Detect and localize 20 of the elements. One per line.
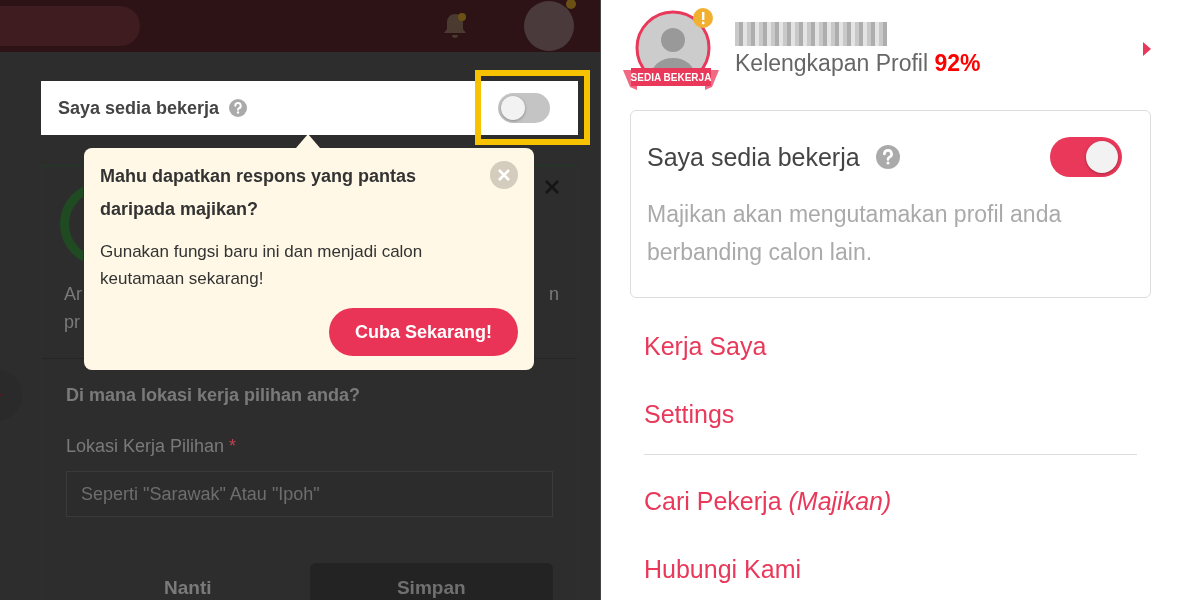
availability-label: Saya sedia bekerja [58,97,220,119]
card-text: Ar [64,284,82,305]
availability-label: Saya sedia bekerja [647,142,860,172]
card-text: n [549,284,559,305]
card-text: pr [64,312,80,333]
later-button[interactable]: Nanti [66,563,310,600]
profile-completeness: Kelengkapan Profil 92% [735,49,982,77]
tooltip-text: Gunakan fungsi baru ini dan menjadi calon keutamaan sekarang! [100,241,424,290]
availability-description: Majikan akan mengutamakan profil anda berbanding calon lain. [647,200,1063,267]
try-now-button[interactable]: Cuba Sekarang! [328,308,518,356]
tooltip-title: Mahu dapatkan respons yang pantas daripada majikan? [100,165,418,221]
menu-item[interactable]: Cari Pekerja (Majikan) [644,467,892,535]
menu-item[interactable]: Hubungi Kami [644,535,802,600]
badge-label: SEDIA BEKERJA [630,72,712,83]
input-field[interactable]: Seperti "Sarawak" Atau "Ipoh" [66,471,553,517]
menu-item[interactable]: Settings [644,380,735,448]
field-label: Lokasi Kerja Pilihan * [66,436,238,457]
question: Di mana lokasi kerja pilihan anda? [66,385,362,406]
save-button[interactable]: Simpan [309,563,553,600]
menu-item[interactable]: Kerja Saya [644,312,767,380]
